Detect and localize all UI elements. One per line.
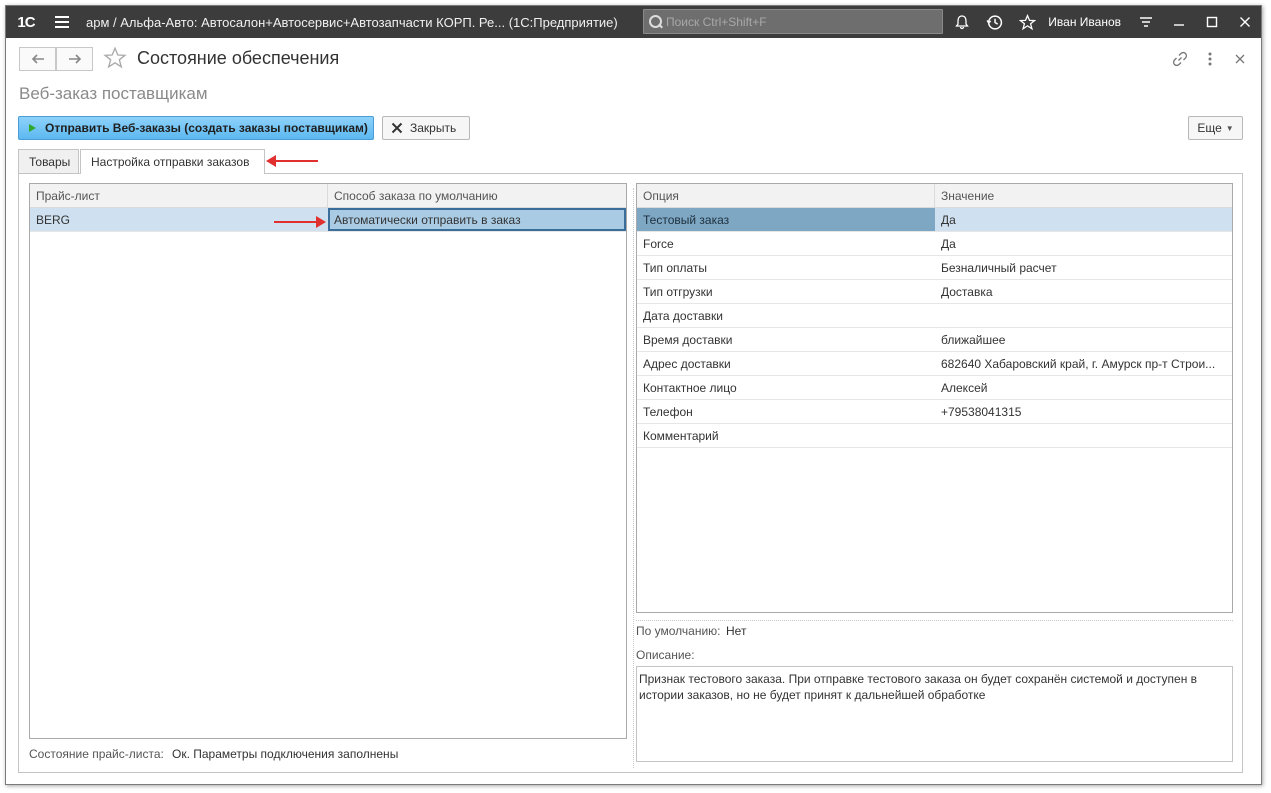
default-value: Нет <box>726 624 747 638</box>
close-icon <box>391 122 403 134</box>
app-logo: 1С <box>17 13 35 31</box>
search-icon <box>644 11 666 33</box>
cell-value[interactable]: +79538041315 <box>935 400 1232 423</box>
chevron-down-icon: ▼ <box>1225 123 1234 133</box>
search-input[interactable] <box>666 14 926 29</box>
arrow-right-icon <box>68 54 81 64</box>
send-web-orders-label: Отправить Веб-заказы (создать заказы пос… <box>45 121 368 135</box>
price-list-table[interactable]: Прайс-лист Способ заказа по умолчанию BE… <box>29 183 627 739</box>
status-label: Состояние прайс-листа: <box>29 747 164 761</box>
cell-value[interactable]: Алексей <box>935 376 1232 399</box>
splitter[interactable] <box>633 188 634 768</box>
cell-value[interactable]: Да <box>935 232 1232 255</box>
cell-value[interactable]: ближайшее <box>935 328 1232 351</box>
send-web-orders-button[interactable]: Отправить Веб-заказы (создать заказы пос… <box>18 116 374 140</box>
cell-value[interactable]: Безналичный расчет <box>935 256 1232 279</box>
close-form-icon[interactable] <box>1227 48 1253 70</box>
cell-price-list[interactable]: BERG <box>30 208 328 231</box>
description-label: Описание: <box>636 648 695 662</box>
cell-option[interactable]: Тип отгрузки <box>637 280 935 303</box>
table-row[interactable]: Телефон +79538041315 <box>637 400 1232 424</box>
cell-value[interactable]: 682640 Хабаровский край, г. Амурск пр-т … <box>935 352 1232 375</box>
column-header-price-list[interactable]: Прайс-лист <box>30 184 328 207</box>
history-icon[interactable] <box>978 6 1011 38</box>
favorite-star-icon[interactable] <box>103 46 127 76</box>
cell-option[interactable]: Тип оплаты <box>637 256 935 279</box>
cell-value[interactable] <box>935 304 1232 327</box>
table-row[interactable]: BERG Автоматически отправить в заказ <box>30 208 626 232</box>
favorites-icon[interactable] <box>1011 6 1044 38</box>
link-icon[interactable] <box>1167 48 1193 70</box>
cell-option[interactable]: Force <box>637 232 935 255</box>
title-bar: 1С арм / Альфа-Авто: Автосалон+Автосерви… <box>6 6 1261 38</box>
status-value: Ок. Параметры подключения заполнены <box>172 747 399 761</box>
more-button[interactable]: Еще ▼ <box>1188 116 1243 140</box>
options-table[interactable]: Опция Значение Тестовый заказ Да Force Д… <box>636 183 1233 613</box>
annotation-arrow-tab <box>266 155 318 167</box>
default-label: По умолчанию: <box>636 624 721 638</box>
table-row[interactable]: Force Да <box>637 232 1232 256</box>
close-window-icon[interactable] <box>1228 6 1261 38</box>
annotation-arrow-cell <box>274 216 326 228</box>
column-header-option[interactable]: Опция <box>637 184 935 207</box>
menu-icon[interactable] <box>50 6 74 38</box>
forward-button[interactable] <box>56 47 93 71</box>
table-row[interactable]: Контактное лицо Алексей <box>637 376 1232 400</box>
tab-goods-label: Товары <box>29 154 71 169</box>
description-field[interactable]: Признак тестового заказа. При отправке т… <box>636 666 1233 762</box>
close-label: Закрыть <box>410 121 457 135</box>
page-title: Состояние обеспечения <box>137 48 340 68</box>
close-button[interactable]: Закрыть <box>382 116 470 140</box>
table-row[interactable]: Дата доставки <box>637 304 1232 328</box>
cell-value[interactable] <box>935 424 1232 447</box>
minimize-icon[interactable] <box>1162 6 1195 38</box>
tab-order-settings[interactable]: Настройка отправки заказов <box>80 149 265 174</box>
cell-option[interactable]: Тестовый заказ <box>637 208 935 231</box>
cell-option[interactable]: Контактное лицо <box>637 376 935 399</box>
cell-option[interactable]: Время доставки <box>637 328 935 351</box>
table-row[interactable]: Адрес доставки 682640 Хабаровский край, … <box>637 352 1232 376</box>
bell-icon[interactable] <box>945 6 978 38</box>
more-vertical-icon[interactable] <box>1197 48 1223 70</box>
cell-option[interactable]: Дата доставки <box>637 304 935 327</box>
cell-value[interactable]: Да <box>935 208 1232 231</box>
tab-goods[interactable]: Товары <box>18 149 79 173</box>
cell-option[interactable]: Телефон <box>637 400 935 423</box>
column-header-order-method[interactable]: Способ заказа по умолчанию <box>328 184 626 207</box>
settings-menu-icon[interactable] <box>1129 6 1162 38</box>
more-label: Еще <box>1197 121 1222 135</box>
maximize-icon[interactable] <box>1195 6 1228 38</box>
app-title: арм / Альфа-Авто: Автосалон+Автосервис+А… <box>86 14 618 30</box>
table-row[interactable]: Тип отгрузки Доставка <box>637 280 1232 304</box>
table-header: Прайс-лист Способ заказа по умолчанию <box>30 184 626 208</box>
table-row[interactable]: Тип оплаты Безналичный расчет <box>637 256 1232 280</box>
search-box[interactable] <box>643 9 943 34</box>
table-row[interactable]: Тестовый заказ Да <box>637 208 1232 232</box>
cell-order-method[interactable]: Автоматически отправить в заказ <box>328 208 626 231</box>
user-name[interactable]: Иван Иванов <box>1048 15 1121 29</box>
column-header-value[interactable]: Значение <box>935 184 1232 207</box>
cell-option[interactable]: Комментарий <box>637 424 935 447</box>
arrow-left-icon <box>31 54 44 64</box>
table-row[interactable]: Комментарий <box>637 424 1232 448</box>
table-row[interactable]: Время доставки ближайшее <box>637 328 1232 352</box>
form-subtitle: Веб-заказ поставщикам <box>19 84 208 103</box>
back-button[interactable] <box>19 47 56 71</box>
tab-order-settings-label: Настройка отправки заказов <box>91 155 250 169</box>
cell-option[interactable]: Адрес доставки <box>637 352 935 375</box>
cell-value[interactable]: Доставка <box>935 280 1232 303</box>
play-icon <box>29 124 36 132</box>
app-window: 1С арм / Альфа-Авто: Автосалон+Автосерви… <box>5 5 1262 785</box>
splitter-horizontal[interactable] <box>636 620 1233 621</box>
table-header: Опция Значение <box>637 184 1232 208</box>
